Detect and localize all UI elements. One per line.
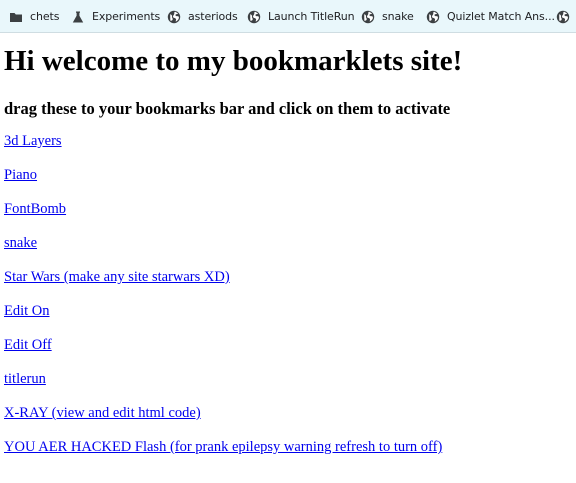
globe-icon: [167, 10, 181, 24]
bookmark-label: chets: [30, 10, 60, 23]
bookmarklet-snake[interactable]: snake: [4, 234, 572, 252]
bookmarklet-star-wars[interactable]: Star Wars (make any site starwars XD): [4, 268, 572, 286]
bookmark-label: Experiments: [92, 10, 161, 23]
page-subtitle: drag these to your bookmarks bar and cli…: [4, 99, 451, 118]
bookmark-chets[interactable]: chets: [9, 9, 59, 25]
globe-icon: [361, 10, 375, 24]
page-content: Hi welcome to my bookmarklets site! drag…: [4, 34, 572, 472]
flask-icon: [71, 10, 85, 24]
globe-icon: [556, 10, 570, 24]
bookmark-snake[interactable]: snake: [361, 9, 414, 25]
bookmark-quizlet-match[interactable]: Quizlet Match Ans...: [426, 9, 555, 25]
bookmark-experiments[interactable]: Experiments: [71, 9, 160, 25]
bookmarklet-fontbomb[interactable]: FontBomb: [4, 200, 572, 218]
bookmarklet-edit-on[interactable]: Edit On: [4, 302, 572, 320]
globe-icon: [247, 10, 261, 24]
bookmarklet-list: 3d Layers Piano FontBomb snake Star Wars…: [4, 132, 572, 456]
bookmark-label: asteriods: [188, 10, 238, 23]
page-title: Hi welcome to my bookmarklets site!: [4, 45, 463, 77]
bookmark-label: Launch TitleRun: [268, 10, 355, 23]
bookmark-label: Quizlet Match Ans...: [447, 10, 555, 23]
folder-icon: [9, 10, 23, 24]
bookmarklet-3d-layers[interactable]: 3d Layers: [4, 132, 572, 150]
bookmarklet-hacked-flash[interactable]: YOU AER HACKED Flash (for prank epilepsy…: [4, 438, 572, 456]
bookmark-overflow[interactable]: [556, 9, 576, 25]
bookmarklet-edit-off[interactable]: Edit Off: [4, 336, 572, 354]
bookmarklet-titlerun[interactable]: titlerun: [4, 370, 572, 388]
bookmark-launch-titlerun[interactable]: Launch TitleRun: [247, 9, 355, 25]
bookmarklet-piano[interactable]: Piano: [4, 166, 572, 184]
bookmarklet-x-ray[interactable]: X-RAY (view and edit html code): [4, 404, 572, 422]
globe-icon: [426, 10, 440, 24]
bookmark-label: snake: [382, 10, 414, 23]
bookmarks-bar: chets Experiments asteriods Launch Title…: [0, 0, 576, 33]
bookmark-asteriods[interactable]: asteriods: [167, 9, 238, 25]
